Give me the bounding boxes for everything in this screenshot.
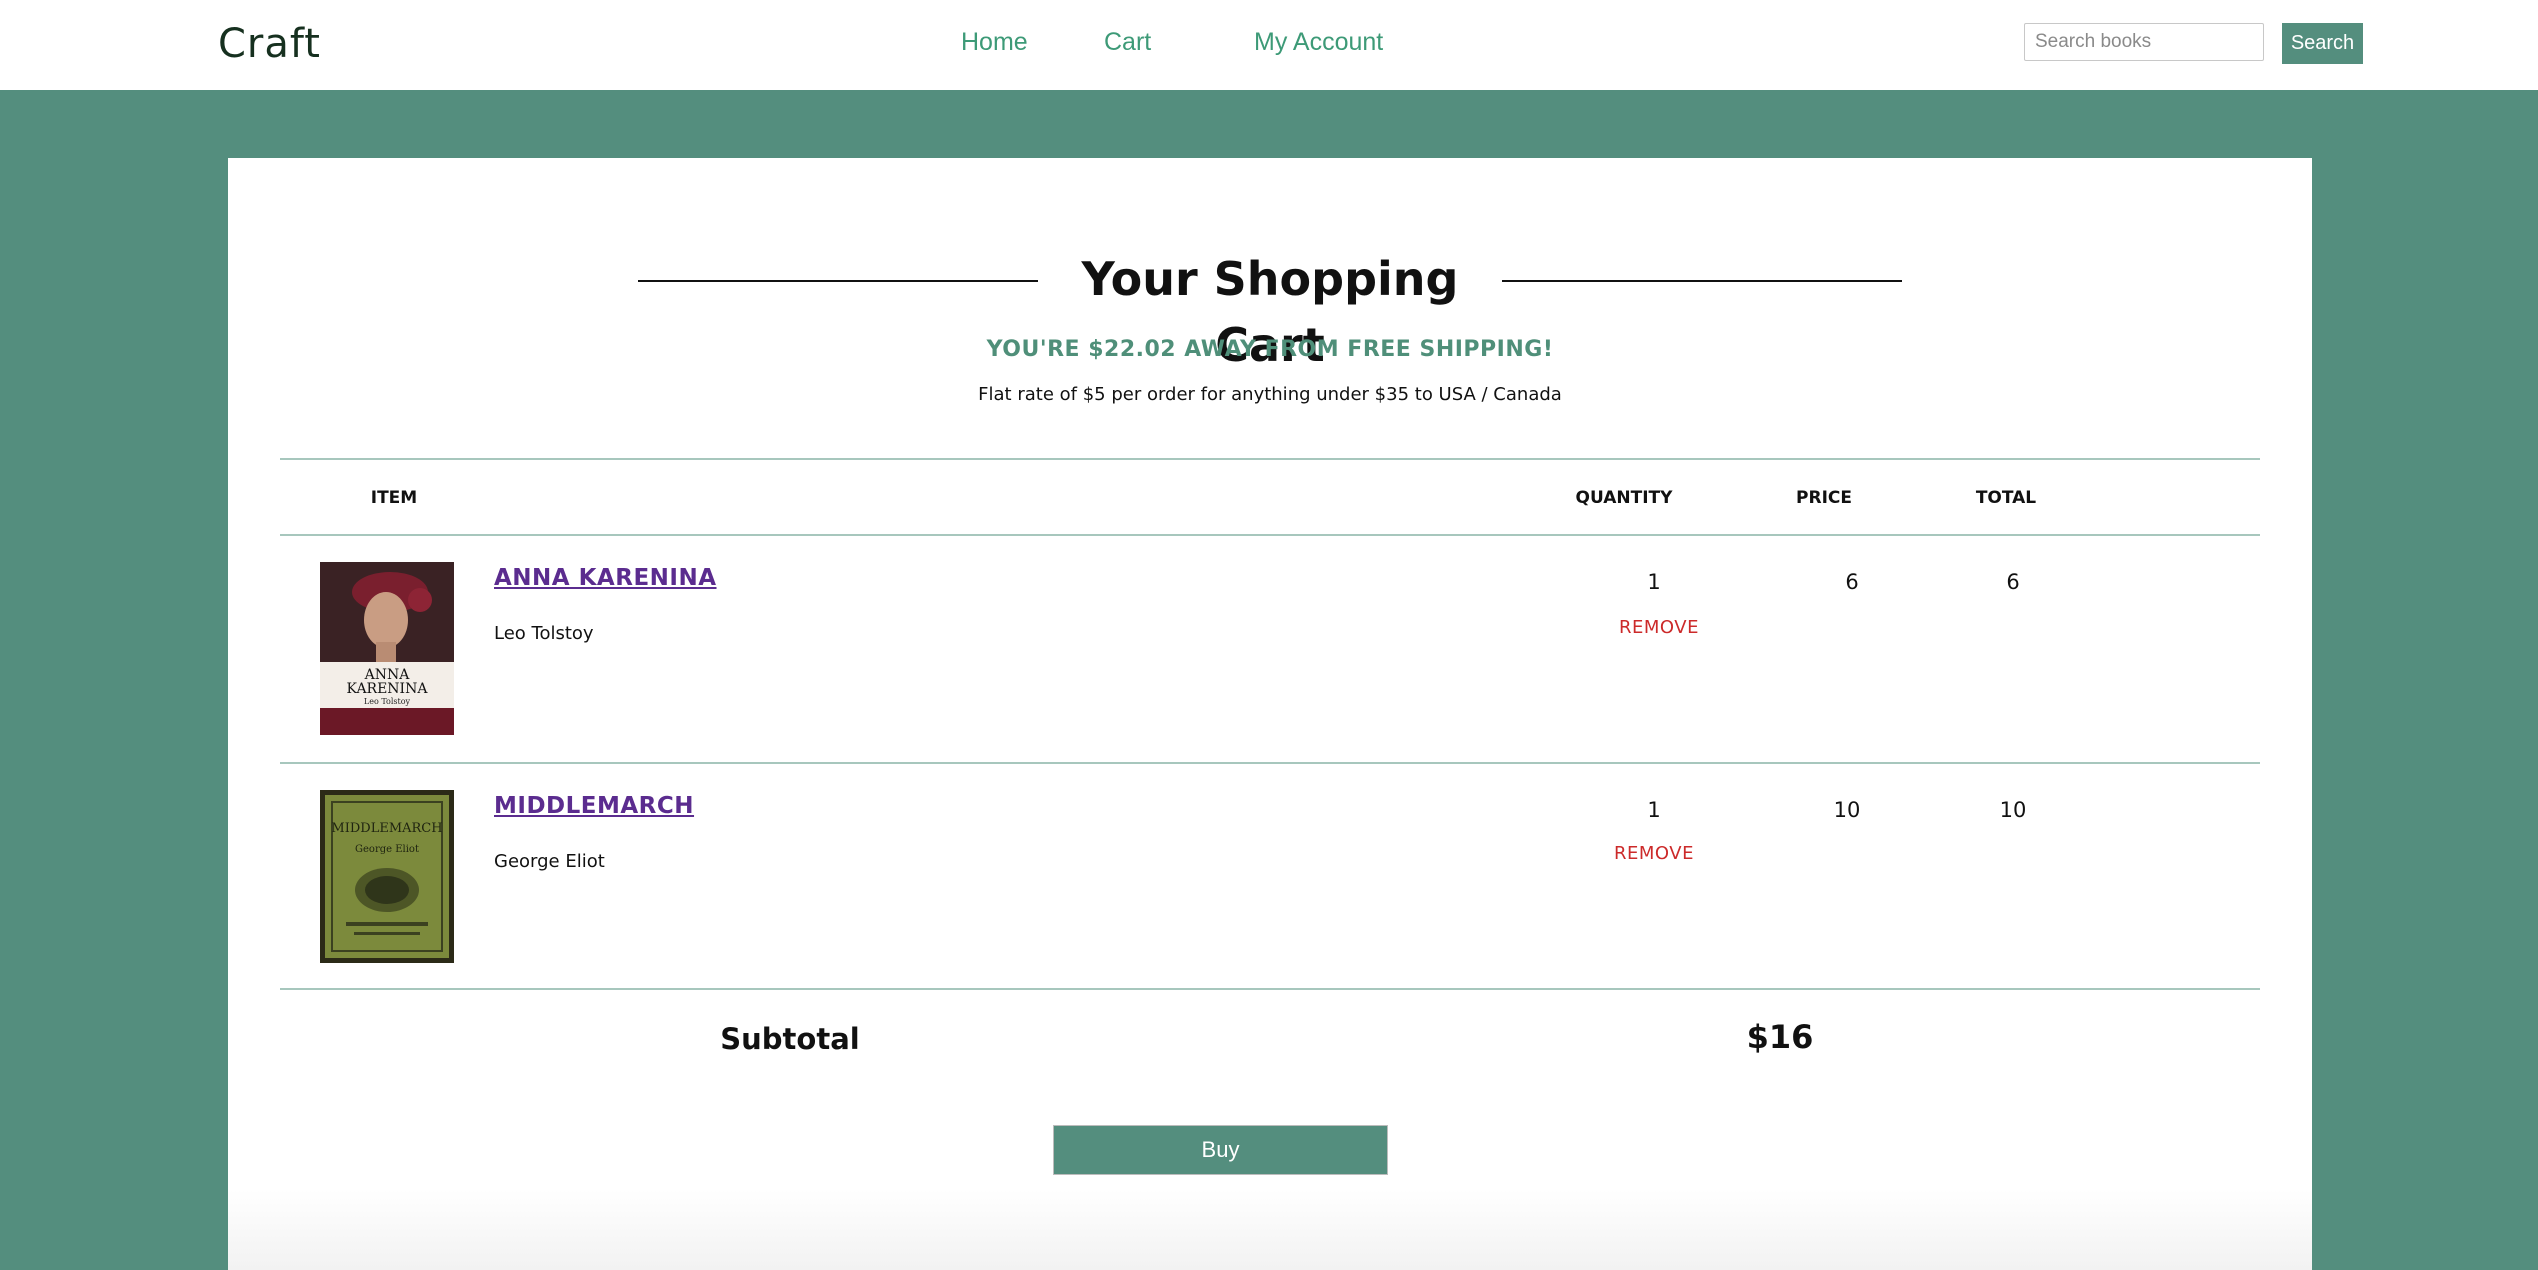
title-rule-left (638, 280, 1038, 282)
nav-my-account-link[interactable]: My Account (1254, 22, 1383, 62)
table-bottom-divider (280, 988, 2260, 990)
column-header-price: PRICE (1796, 488, 1852, 508)
anna-karenina-author: Leo Tolstoy (494, 623, 594, 644)
free-shipping-message: YOU'RE $22.02 AWAY FROM FREE SHIPPING! (986, 337, 1554, 362)
subtotal-label: Subtotal (720, 1022, 860, 1056)
panel-bottom-fade (228, 1190, 2312, 1270)
subtotal-value: $16 (1746, 1018, 1814, 1056)
middlemarch-title-link[interactable]: MIDDLEMARCH (494, 788, 694, 824)
buy-button[interactable]: Buy (1053, 1125, 1388, 1175)
anna-karenina-price: 6 (1845, 570, 1859, 594)
table-header-divider (280, 534, 2260, 536)
anna-cover-title-line2: KARENINA (347, 681, 429, 697)
anna-karenina-remove-link[interactable]: REMOVE (1594, 614, 1724, 642)
middlemarch-total: 10 (1999, 798, 2027, 822)
column-header-quantity: QUANTITY (1575, 488, 1673, 508)
anna-karenina-cover-image[interactable]: ANNA KARENINA Leo Tolstoy (320, 562, 454, 735)
search-input[interactable] (2024, 23, 2264, 61)
column-header-item: ITEM (370, 488, 418, 508)
middlemarch-author: George Eliot (494, 851, 605, 872)
middlemarch-remove-link[interactable]: REMOVE (1589, 840, 1719, 868)
middlemarch-quantity: 1 (1647, 798, 1661, 822)
nav-cart-link[interactable]: Cart (1104, 22, 1151, 62)
middlemarch-cover-title: MIDDLEMARCH (331, 821, 442, 836)
anna-karenina-total: 6 (2006, 570, 2020, 594)
middlemarch-price: 10 (1833, 798, 1861, 822)
column-header-total: TOTAL (1975, 488, 2037, 508)
middlemarch-cover-image[interactable]: MIDDLEMARCH George Eliot (320, 790, 454, 963)
nav-home-link[interactable]: Home (961, 22, 1028, 62)
row-divider (280, 762, 2260, 764)
anna-karenina-quantity: 1 (1647, 570, 1661, 594)
top-navigation-bar: Craft Home Cart My Account Search (0, 0, 2538, 90)
middlemarch-cover-author: George Eliot (355, 844, 419, 855)
anna-karenina-cover-art: ANNA KARENINA Leo Tolstoy (320, 562, 454, 735)
title-rule-right (1502, 280, 1902, 282)
anna-cover-author: Leo Tolstoy (364, 697, 411, 706)
anna-karenina-title-link[interactable]: ANNA KARENINA (494, 560, 717, 596)
table-top-divider (280, 458, 2260, 460)
site-logo[interactable]: Craft (218, 14, 321, 74)
shipping-rate-note: Flat rate of $5 per order for anything u… (978, 384, 1562, 405)
middlemarch-cover-art: MIDDLEMARCH George Eliot (320, 790, 454, 963)
search-button[interactable]: Search (2282, 23, 2363, 64)
